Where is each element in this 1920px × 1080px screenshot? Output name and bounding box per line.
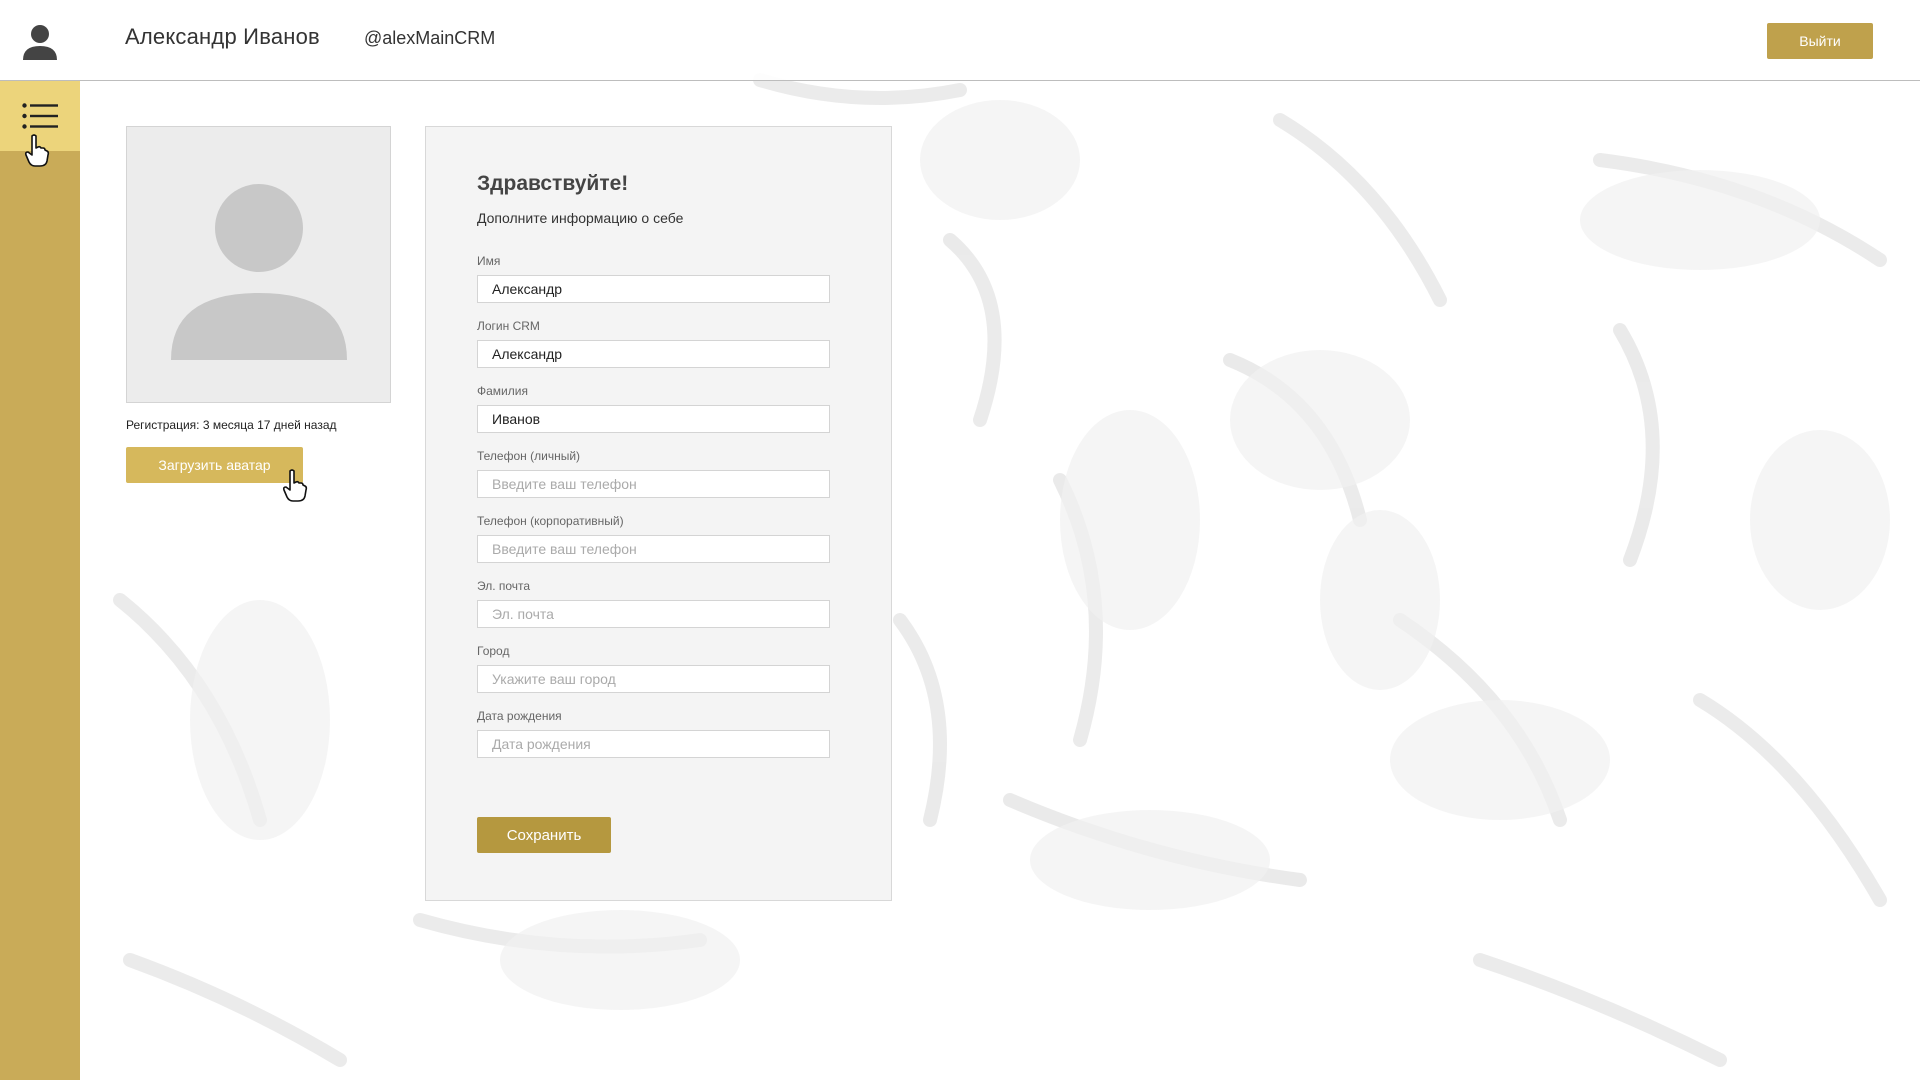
user-full-name: Александр Иванов: [125, 24, 320, 49]
avatar-placeholder: [126, 126, 391, 403]
form-subtitle: Дополните информацию о себе: [477, 210, 684, 226]
profile-form: Здравствуйте! Дополните информацию о себ…: [425, 126, 892, 901]
upload-avatar-button[interactable]: Загрузить аватар: [126, 447, 303, 483]
city-input[interactable]: [477, 665, 830, 693]
crm-login-input[interactable]: [477, 340, 830, 368]
top-header: Александр Иванов @alexMainCRM Выйти: [0, 0, 1920, 81]
list-icon: [22, 103, 58, 129]
first-name-input[interactable]: [477, 275, 830, 303]
personal-phone-input[interactable]: [477, 470, 830, 498]
last-name-label: Фамилия: [477, 384, 528, 398]
registration-duration: Регистрация: 3 месяца 17 дней назад: [126, 418, 337, 432]
last-name-input[interactable]: [477, 405, 830, 433]
user-login: @alexMainCRM: [364, 28, 496, 48]
first-name-label: Имя: [477, 254, 501, 268]
corporate-phone-label: Телефон (корпоративный): [477, 514, 624, 528]
email-input[interactable]: [477, 600, 830, 628]
crm-login-label: Логин CRM: [477, 319, 540, 333]
birth-date-label: Дата рождения: [477, 709, 562, 723]
form-title: Здравствуйте!: [477, 172, 629, 195]
avatar-silhouette-icon: [171, 184, 347, 360]
personal-phone-label: Телефон (личный): [477, 449, 581, 463]
email-label: Эл. почта: [477, 579, 531, 593]
sidebar: [0, 81, 80, 1080]
city-label: Город: [477, 644, 510, 658]
menu-toggle-button[interactable]: [0, 81, 80, 151]
logout-button[interactable]: Выйти: [1767, 23, 1873, 59]
user-icon: [23, 25, 57, 60]
birth-date-input[interactable]: [477, 730, 830, 758]
corporate-phone-input[interactable]: [477, 535, 830, 563]
save-button[interactable]: Сохранить: [477, 817, 611, 853]
